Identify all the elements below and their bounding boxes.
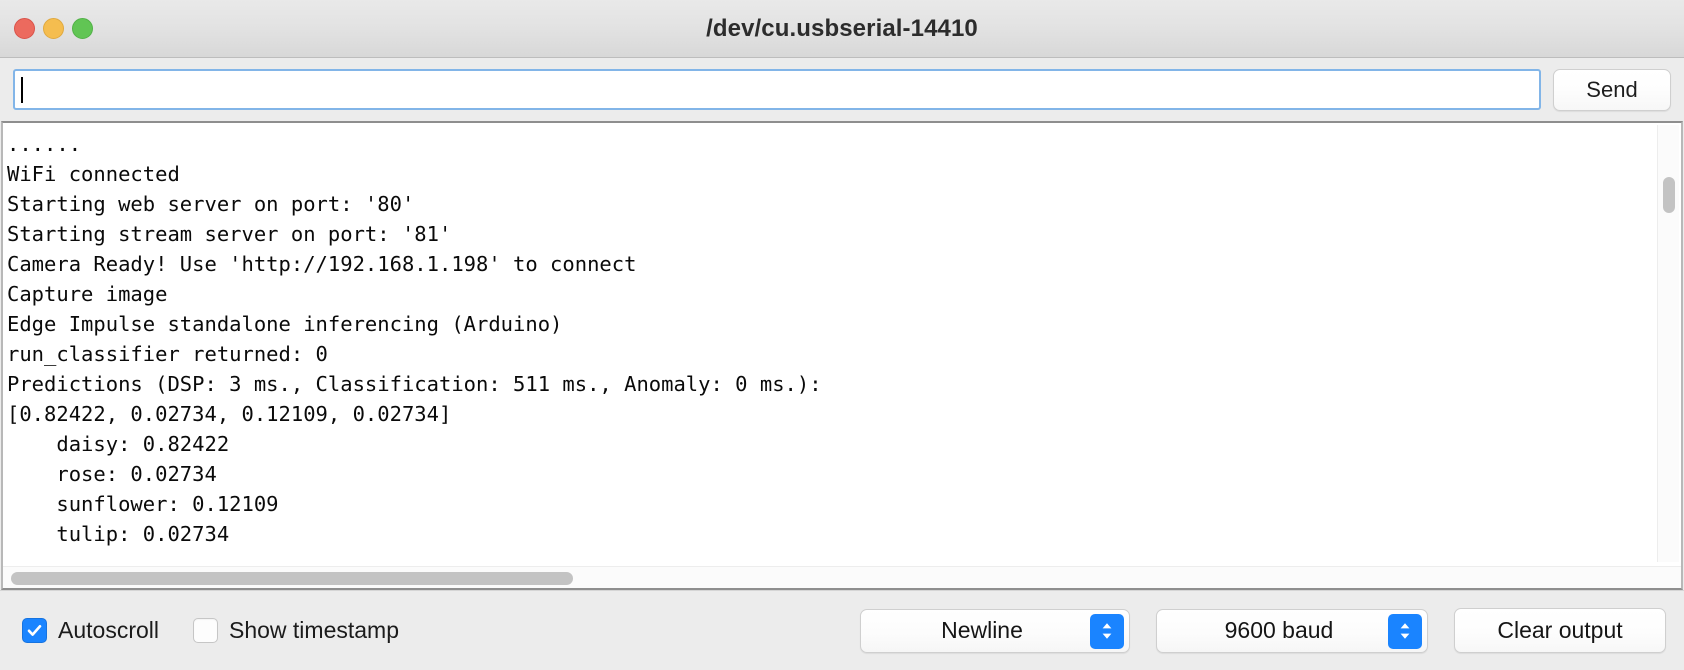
- close-button-icon[interactable]: [14, 18, 35, 39]
- line-ending-value: Newline: [941, 617, 1023, 643]
- serial-output-line: tulip: 0.02734: [7, 522, 230, 546]
- window-title: /dev/cu.usbserial-14410: [706, 14, 978, 42]
- show-timestamp-label: Show timestamp: [228, 617, 399, 643]
- line-ending-select[interactable]: Newline: [860, 608, 1130, 653]
- maximize-button-icon[interactable]: [72, 18, 93, 39]
- serial-output-line: [0.82422, 0.02734, 0.12109, 0.02734]: [7, 402, 452, 426]
- chevron-updown-icon[interactable]: [1090, 613, 1124, 649]
- send-toolbar: Send: [0, 58, 1684, 121]
- checkmark-icon: [27, 625, 42, 636]
- chevron-updown-icon[interactable]: [1388, 613, 1422, 649]
- horizontal-scrollbar-thumb[interactable]: [11, 572, 573, 585]
- serial-output-line: rose: 0.02734: [7, 462, 217, 486]
- chevron-updown-glyph: [1102, 623, 1112, 639]
- serial-output-text: ...... WiFi connected Starting web server …: [3, 129, 1651, 564]
- serial-output-line: Edge Impulse standalone inferencing (Ard…: [7, 312, 563, 336]
- send-input-wrapper[interactable]: [13, 69, 1541, 110]
- autoscroll-checkbox[interactable]: Autoscroll: [22, 617, 159, 644]
- vertical-scrollbar[interactable]: [1657, 125, 1679, 562]
- popup-group: Newline 9600 baud: [860, 608, 1428, 653]
- serial-output-line: run_classifier returned: 0: [7, 342, 328, 366]
- serial-output-panel[interactable]: ...... WiFi connected Starting web server …: [1, 121, 1683, 590]
- text-caret: [21, 77, 23, 103]
- serial-output-line: daisy: 0.82422: [7, 432, 230, 456]
- serial-output-line: Starting web server on port: '80': [7, 192, 415, 216]
- window-controls: [14, 0, 93, 57]
- clear-output-button[interactable]: Clear output: [1454, 608, 1666, 653]
- serial-output-line: Capture image: [7, 282, 168, 306]
- show-timestamp-checkbox-box[interactable]: [192, 618, 218, 643]
- serial-output-line: sunflower: 0.12109: [7, 492, 279, 516]
- bottom-toolbar: Autoscroll Show timestamp Newline 9600 b…: [0, 590, 1684, 670]
- checkbox-group: Autoscroll Show timestamp: [22, 617, 399, 644]
- autoscroll-checkbox-box[interactable]: [22, 618, 47, 643]
- minimize-button-icon[interactable]: [43, 18, 64, 39]
- horizontal-scrollbar[interactable]: [3, 566, 1681, 588]
- baud-rate-select[interactable]: 9600 baud: [1156, 608, 1428, 653]
- window-titlebar: /dev/cu.usbserial-14410: [0, 0, 1684, 58]
- baud-rate-value: 9600 baud: [1224, 617, 1334, 643]
- vertical-scrollbar-thumb[interactable]: [1663, 177, 1675, 213]
- autoscroll-label: Autoscroll: [58, 617, 159, 643]
- chevron-updown-glyph: [1400, 623, 1410, 639]
- serial-monitor-window: /dev/cu.usbserial-14410 Send ...... WiFi …: [0, 0, 1684, 670]
- send-button[interactable]: Send: [1553, 68, 1671, 111]
- serial-output-line: Predictions (DSP: 3 ms., Classification:…: [7, 372, 822, 396]
- show-timestamp-checkbox[interactable]: Show timestamp: [192, 617, 399, 644]
- send-input[interactable]: [21, 71, 1533, 108]
- serial-output-line: Camera Ready! Use 'http://192.168.1.198'…: [7, 252, 637, 276]
- serial-output-line: ......: [7, 132, 82, 156]
- serial-output-line: Starting stream server on port: '81': [7, 222, 452, 246]
- serial-output-line: WiFi connected: [7, 162, 180, 186]
